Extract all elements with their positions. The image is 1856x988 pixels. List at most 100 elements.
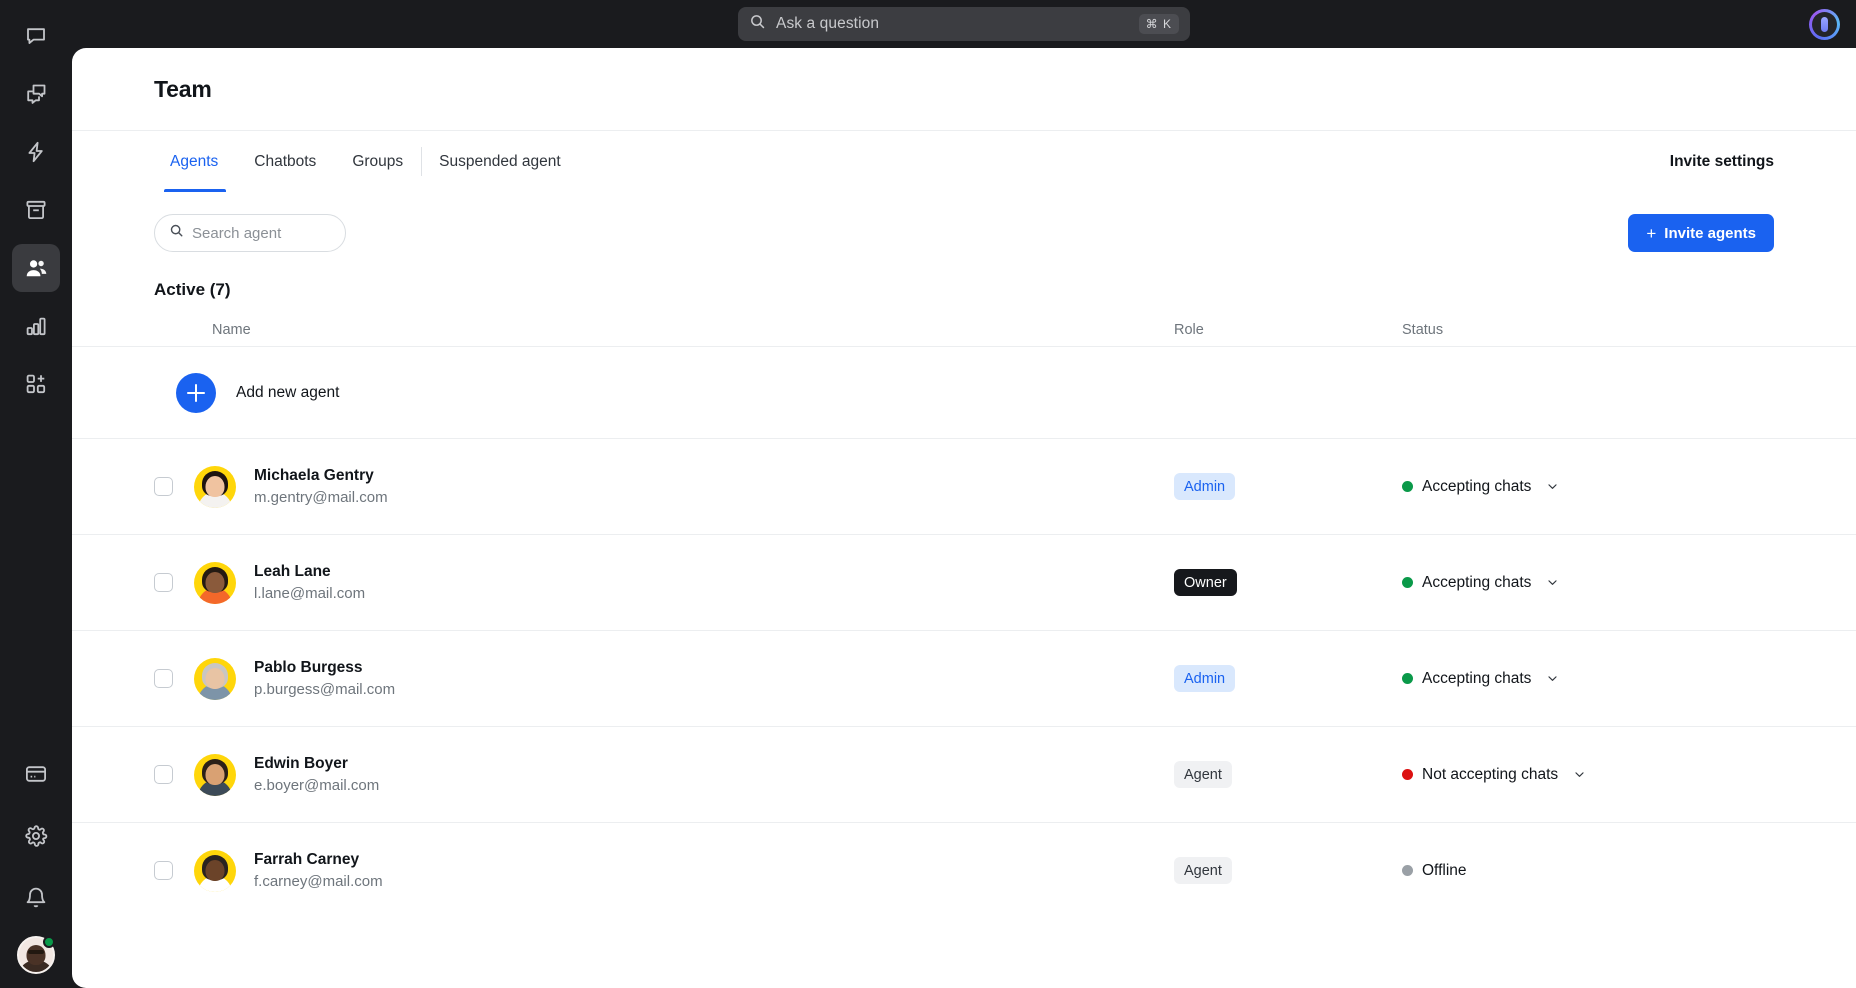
tab-agents[interactable]: Agents [154,131,236,192]
agent-name: Farrah Carney [254,851,383,869]
tab-groups-label: Groups [352,153,403,171]
sidebar-item-archives[interactable] [12,186,60,234]
top-bar: Ask a question ⌘ K [72,0,1856,48]
row-status-cell[interactable]: Accepting chats [1402,670,1774,688]
chevron-down-icon[interactable] [1546,480,1559,493]
tab-list: Agents Chatbots Groups Suspended agent [154,131,579,192]
tab-chatbots[interactable]: Chatbots [236,131,334,192]
row-name-block: Pablo Burgessp.burgess@mail.com [254,659,395,698]
role-badge: Agent [1174,761,1232,788]
gear-icon [24,824,48,848]
chevron-down-icon[interactable] [1546,576,1559,589]
table-row[interactable]: Pablo Burgessp.burgess@mail.com Admin Acce… [72,630,1856,726]
search-shortcut-badge: ⌘ K [1139,14,1179,34]
chevron-down-icon[interactable] [1573,768,1586,781]
status-dot [1402,769,1413,780]
column-header-status: Status [1402,322,1774,338]
row-status-cell[interactable]: Accepting chats [1402,574,1774,592]
sidebar-item-notifications[interactable] [12,874,60,922]
row-status-cell[interactable]: Offline [1402,862,1774,880]
apps-grid-plus-icon [24,372,48,396]
invite-agents-button[interactable]: + Invite agents [1628,214,1774,252]
rail-top-group [12,0,60,408]
sidebar-item-chats[interactable] [12,70,60,118]
sidebar-item-apps[interactable] [12,360,60,408]
add-new-agent-cell: Add new agent [154,373,1174,413]
app-window: Ask a question ⌘ K Team Agents Chatbots … [0,0,1856,988]
agent-email: m.gentry@mail.com [254,489,388,506]
copilot-icon-inner [1812,12,1837,37]
row-checkbox[interactable] [154,861,173,880]
status-dot [1402,481,1413,492]
copilot-icon[interactable] [1809,9,1840,40]
table-row[interactable]: Farrah Carney f.carney@mail.com Agent Offli… [72,822,1856,918]
table-body: Michaela Gentrym.gentry@mail.comAdminAcc… [72,438,1856,918]
sidebar-item-billing[interactable] [12,750,60,798]
column-header-role: Role [1174,322,1402,338]
plus-circle-icon[interactable] [176,373,216,413]
sidebar-item-team[interactable] [12,244,60,292]
tab-groups[interactable]: Groups [334,131,421,192]
tab-agents-label: Agents [170,153,218,171]
presence-dot-online [43,936,55,948]
tabs-bar: Agents Chatbots Groups Suspended agent I… [72,130,1856,192]
sidebar-item-reports[interactable] [12,302,60,350]
global-search-input[interactable]: Ask a question ⌘ K [738,7,1190,41]
archive-icon [24,198,48,222]
role-badge: Agent [1174,857,1232,884]
row-name-cell: Farrah Carney f.carney@mail.com [154,850,1174,892]
row-name-block: Michaela Gentry m.gentry@mail.com [254,467,388,506]
sidebar-item-settings[interactable] [12,812,60,860]
row-status-cell[interactable]: Accepting chats [1402,478,1774,496]
row-role-cell: Agent [1174,857,1402,884]
row-name-cell: Pablo Burgessp.burgess@mail.com [154,658,1174,700]
agent-email: e.boyer@mail.com [254,777,379,794]
row-checkbox[interactable] [154,669,173,688]
tab-suspended-agent[interactable]: Suspended agent [421,131,579,192]
table-row[interactable]: Edwin Boyere.boyer@mail.comAgent Not acce… [72,726,1856,822]
avatar [194,562,236,604]
avatar [194,658,236,700]
list-toolbar: Search agent + Invite agents [72,192,1856,252]
row-name-cell: Michaela Gentry m.gentry@mail.com [154,466,1174,508]
invite-settings-label: Invite settings [1670,153,1774,171]
search-agent-input[interactable]: Search agent [154,214,346,252]
row-role-cell: Admin [1174,473,1402,500]
table-row[interactable]: Michaela Gentry m.gentry@mail.com AdminAcc… [72,438,1856,534]
profile-avatar[interactable] [17,936,55,974]
tab-chatbots-label: Chatbots [254,153,316,171]
row-checkbox[interactable] [154,765,173,784]
agent-name: Leah Lane [254,563,365,581]
avatar [194,754,236,796]
agent-email: f.carney@mail.com [254,873,383,890]
row-role-cell: Agent [1174,761,1402,788]
table-row[interactable]: Leah Lanel.lane@mail.com Owner Accepting c… [72,534,1856,630]
row-checkbox[interactable] [154,573,173,592]
reports-bar-chart-icon [24,314,48,338]
bolt-icon [24,140,48,164]
row-status-cell[interactable]: Not accepting chats [1402,766,1774,784]
agent-name: Michaela Gentry [254,467,388,485]
status-dot [1402,865,1413,876]
row-checkbox[interactable] [154,477,173,496]
invite-settings-link[interactable]: Invite settings [1670,131,1774,192]
role-badge: Owner [1174,569,1237,596]
role-badge: Admin [1174,665,1235,692]
sidebar-item-chat[interactable] [12,12,60,60]
status-label: Offline [1422,862,1467,880]
row-name-cell: Edwin Boyere.boyer@mail.com [154,754,1174,796]
search-icon [169,223,184,243]
sidebar-item-automation[interactable] [12,128,60,176]
column-header-name: Name [154,322,1174,338]
team-page-card: Team Agents Chatbots Groups Suspended ag… [72,48,1856,988]
row-role-cell: Owner [1174,569,1402,596]
add-new-agent-row[interactable]: Add new agent [72,346,1856,438]
avatar [194,850,236,892]
global-search-placeholder: Ask a question [776,15,879,33]
row-name-block: Leah Lanel.lane@mail.com [254,563,365,602]
status-label: Not accepting chats [1422,766,1558,784]
invite-agents-label: Invite agents [1664,225,1756,242]
row-role-cell: Admin [1174,665,1402,692]
search-icon [749,13,766,35]
chevron-down-icon[interactable] [1546,672,1559,685]
